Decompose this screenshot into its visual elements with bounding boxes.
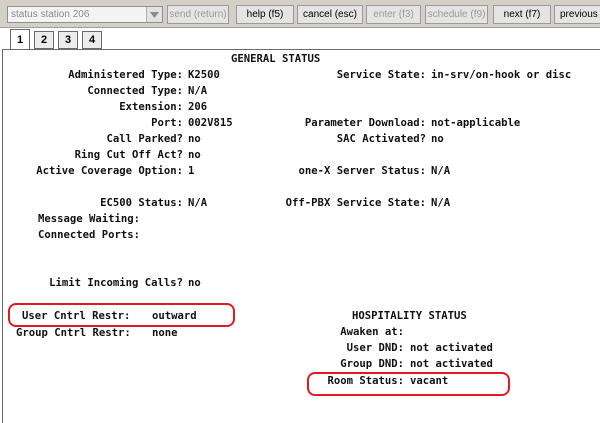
command-combobox[interactable] <box>7 6 163 23</box>
schedule-button[interactable]: schedule (f9) <box>425 5 488 24</box>
group-dnd-value: not activated <box>410 358 493 370</box>
connected-ports-label: Connected Ports: <box>38 229 141 241</box>
ring-cut-off-value: no <box>188 149 201 161</box>
user-dnd-label: User DND: <box>346 342 404 354</box>
off-pbx-state-value: N/A <box>431 197 451 209</box>
enter-button[interactable]: enter (f3) <box>366 5 421 24</box>
hospitality-status-heading: HOSPITALITY STATUS <box>352 310 467 322</box>
group-dnd-label: Group DND: <box>340 358 404 370</box>
command-toolbar: send (return) help (f5) cancel (esc) ent… <box>0 0 600 28</box>
tab-page-1[interactable]: 1 <box>10 29 30 50</box>
connected-type-label: Connected Type: <box>87 85 183 97</box>
tab-page-4[interactable]: 4 <box>82 31 102 49</box>
service-state-label: Service State: <box>336 69 426 81</box>
port-value: 002V815 <box>188 117 233 129</box>
send-button[interactable]: send (return) <box>167 5 229 24</box>
limit-incoming-value: no <box>188 277 201 289</box>
general-status-heading: GENERAL STATUS <box>231 53 321 65</box>
service-state-value: in-srv/on-hook or disc <box>431 69 572 81</box>
off-pbx-state-label: Off-PBX Service State: <box>285 197 426 209</box>
ec500-status-value: N/A <box>188 197 208 209</box>
ec500-status-label: EC500 Status: <box>100 197 183 209</box>
administered-type-label: Administered Type: <box>68 69 183 81</box>
extension-value: 206 <box>188 101 208 113</box>
message-waiting-label: Message Waiting: <box>38 213 141 225</box>
port-label: Port: <box>151 117 183 129</box>
sac-activated-value: no <box>431 133 444 145</box>
tab-page-3[interactable]: 3 <box>58 31 78 49</box>
connected-type-value: N/A <box>188 85 208 97</box>
administered-type-value: K2500 <box>188 69 220 81</box>
group-cntrl-restr-value: none <box>152 327 178 339</box>
user-cntrl-restr-highlight <box>8 303 235 327</box>
tab-page-2[interactable]: 2 <box>34 31 54 49</box>
awaken-at-label: Awaken at: <box>340 326 404 338</box>
parameter-download-label: Parameter Download: <box>304 117 426 129</box>
sac-activated-label: SAC Activated? <box>336 133 426 145</box>
command-input[interactable] <box>8 7 146 22</box>
room-status-highlight <box>307 372 510 396</box>
parameter-download-value: not-applicable <box>431 117 521 129</box>
call-parked-value: no <box>188 133 201 145</box>
onex-status-value: N/A <box>431 165 451 177</box>
next-button[interactable]: next (f7) <box>493 5 551 24</box>
active-coverage-label: Active Coverage Option: <box>36 165 183 177</box>
extension-label: Extension: <box>119 101 183 113</box>
onex-status-label: one-X Server Status: <box>298 165 426 177</box>
user-dnd-value: not activated <box>410 342 493 354</box>
previous-button[interactable]: previous <box>554 5 600 24</box>
active-coverage-value: 1 <box>188 165 195 177</box>
help-button[interactable]: help (f5) <box>236 5 294 24</box>
cancel-button[interactable]: cancel (esc) <box>297 5 363 24</box>
command-dropdown-button[interactable] <box>146 7 162 22</box>
limit-incoming-label: Limit Incoming Calls? <box>49 277 183 289</box>
group-cntrl-restr-label: Group Cntrl Restr: <box>16 327 131 339</box>
ring-cut-off-label: Ring Cut Off Act? <box>74 149 183 161</box>
chevron-down-icon <box>150 11 159 18</box>
call-parked-label: Call Parked? <box>106 133 183 145</box>
